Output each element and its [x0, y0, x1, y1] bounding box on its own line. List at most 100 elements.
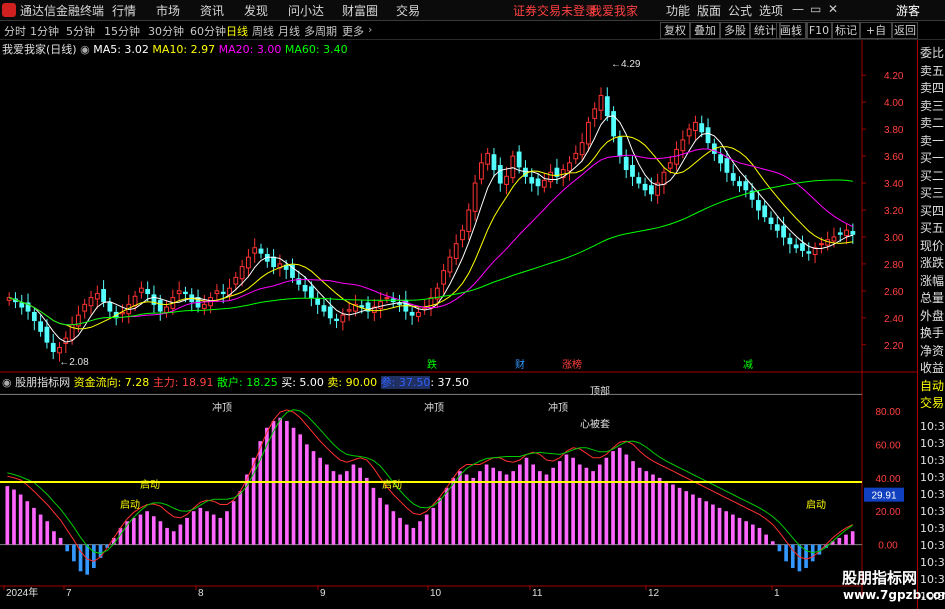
tool-biaoji[interactable]: 标记	[832, 22, 860, 39]
menu-gongneng[interactable]: 功能	[666, 2, 690, 19]
main-bg	[0, 40, 917, 373]
ma20-value: MA20: 3.00	[218, 43, 282, 56]
candle-body	[667, 162, 673, 169]
tool-diejia[interactable]: 叠加	[690, 22, 720, 39]
side-label: 收益	[920, 361, 945, 375]
menu-banmian[interactable]: 版面	[697, 2, 721, 19]
candle-body	[233, 276, 239, 285]
period-60min[interactable]: 60分钟	[190, 23, 226, 39]
side-time: 10:3	[920, 505, 945, 518]
menu-caifuquan[interactable]: 财富圈	[342, 2, 378, 19]
guest-label[interactable]: 游客	[896, 2, 920, 19]
info-circle-icon[interactable]: ◉	[80, 43, 90, 56]
candle-body	[699, 123, 705, 133]
menu-hangqing[interactable]: 行情	[112, 2, 136, 19]
menu-jiaoyi[interactable]: 交易	[396, 2, 420, 19]
main-force-value: 主力: 18.91	[152, 376, 214, 389]
low-price-label: ←2.08	[59, 357, 89, 368]
menu-wenxiaoda[interactable]: 问小达	[288, 2, 324, 19]
candle-body	[617, 136, 623, 157]
candle-body	[82, 303, 88, 312]
side-label: 换手	[920, 326, 945, 340]
top-stock-name: 我爱我家	[590, 4, 639, 18]
candle-body	[31, 311, 37, 322]
info-circle-icon[interactable]: ◉	[2, 376, 12, 389]
close-icon[interactable]: ✕	[828, 2, 838, 16]
indicator-chart[interactable]: 80.00 60.00 40.00 20.00 0.00 29.91 冲顶 冲顶 冲顶 顶部心被套…	[0, 373, 917, 597]
period-daily[interactable]: 日线	[226, 23, 248, 39]
side-label[interactable]: 交易	[920, 394, 944, 411]
candle-body	[183, 291, 188, 295]
side-label: 涨幅	[920, 273, 945, 288]
price-tick-label: 3.60	[884, 152, 904, 163]
ref2-value: : 37.50	[430, 376, 470, 389]
minimize-icon[interactable]: —	[792, 2, 804, 16]
side-label: 涨跌	[920, 256, 945, 270]
candle-body	[176, 290, 182, 295]
menu-faxian[interactable]: 发现	[244, 2, 268, 19]
price-tick-label: 2.80	[884, 260, 904, 271]
candle-body	[586, 121, 591, 145]
tool-back[interactable]: 返回	[892, 22, 918, 39]
candle-body	[693, 121, 698, 131]
chevron-right-icon[interactable]: ›	[368, 23, 372, 36]
side-label: 卖二	[920, 116, 945, 130]
candle-body	[604, 96, 610, 117]
tool-huaxian[interactable]: 画线	[776, 22, 806, 39]
candle-body	[756, 200, 761, 211]
candle-body	[636, 177, 642, 184]
menu-zixun[interactable]: 资讯	[200, 2, 224, 19]
period-15min[interactable]: 15分钟	[104, 23, 140, 39]
tool-duogu[interactable]: 多股	[720, 22, 750, 39]
price-chart[interactable]: 4.20 4.00 3.80 3.60 3.40 3.20 3.00 2.80 2.60 2.40…	[0, 40, 917, 373]
period-30min[interactable]: 30分钟	[148, 23, 184, 39]
date-label: 1	[774, 588, 780, 597]
candle-body	[793, 244, 799, 249]
tool-add-watchlist[interactable]: +自选	[860, 22, 892, 52]
tool-fuquan[interactable]: 复权	[660, 22, 690, 39]
tool-f10[interactable]: F10	[806, 22, 832, 39]
ma5-value: MA5: 3.02	[93, 43, 149, 56]
stock-title: 我爱我家(日线)	[2, 43, 77, 56]
candle-body	[157, 299, 163, 312]
period-5min[interactable]: 5分钟	[66, 23, 95, 39]
period-monthly[interactable]: 月线	[278, 23, 300, 39]
price-tick-label: 4.00	[884, 98, 904, 109]
candle-body	[598, 94, 604, 111]
menu-xuanxiang[interactable]: 选项	[759, 2, 783, 19]
candle-body	[800, 243, 805, 251]
period-multi[interactable]: 多周期	[304, 23, 337, 39]
candle-body	[850, 231, 856, 235]
menu-shichang[interactable]: 市场	[156, 2, 180, 19]
period-fenshi[interactable]: 分时	[4, 23, 26, 39]
login-notice[interactable]: 证券交易未登录	[513, 2, 597, 19]
candle-body	[447, 256, 453, 273]
candle-body	[466, 209, 472, 233]
candle-body	[239, 266, 245, 280]
period-more[interactable]: 更多	[342, 23, 364, 39]
candle-body	[107, 302, 113, 312]
candle-body	[485, 152, 491, 165]
candle-body	[378, 301, 384, 309]
watermark-title: 股朋指标网	[842, 569, 918, 587]
period-weekly[interactable]: 周线	[252, 23, 274, 39]
signal-label: 启动	[140, 478, 160, 491]
period-1min[interactable]: 1分钟	[30, 23, 59, 39]
side-label[interactable]: 自动	[920, 377, 944, 394]
sub-tick-label: 0.00	[878, 541, 898, 552]
restore-icon[interactable]: ▭	[810, 2, 821, 16]
side-label: 卖一	[920, 133, 945, 148]
side-time: 10:3	[920, 471, 945, 484]
sub-tick-label: 80.00	[875, 407, 900, 418]
side-label: 净资	[920, 343, 945, 358]
side-label: 卖五	[920, 63, 945, 78]
current-value-label: 29.91	[871, 491, 896, 502]
menu-gongshi[interactable]: 公式	[728, 2, 752, 19]
candle-body	[308, 286, 314, 299]
candle-body	[63, 337, 69, 344]
date-label: 12	[648, 588, 660, 597]
main-info-line: 我爱我家(日线) ◉ MA5: 3.02 MA10: 2.97 MA20: 3.…	[2, 41, 348, 57]
side-panel: 委比 卖五 卖四 卖三 卖二 卖一 买一 买二 买三 买四 买五 现价 涨跌 涨幅 总量 外盘 换手 净资 收益 自动…	[917, 40, 945, 609]
candle-body	[567, 162, 572, 172]
candle-body	[132, 295, 138, 307]
